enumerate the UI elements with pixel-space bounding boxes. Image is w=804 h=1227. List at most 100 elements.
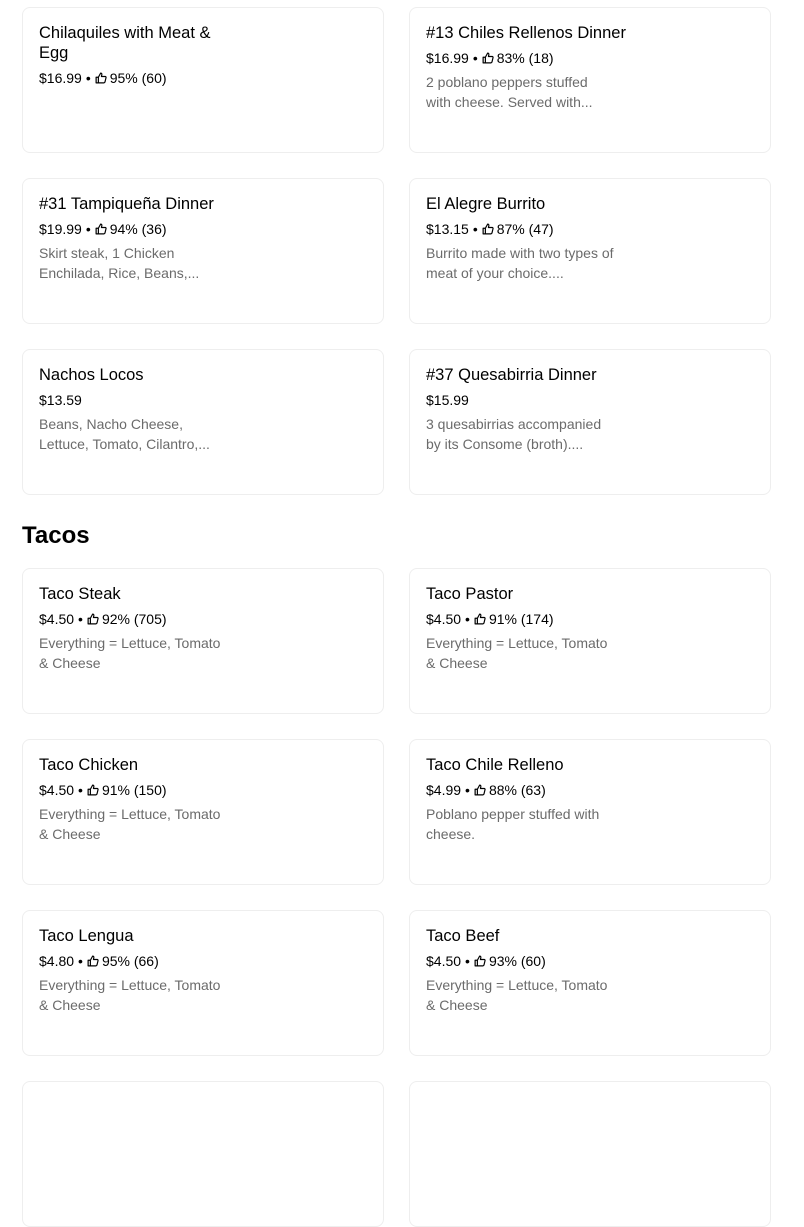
menu-item-rating: • 88% (63)	[461, 780, 546, 800]
thumbs-up-icon	[482, 223, 494, 235]
menu-item-rating-value: 91% (174)	[488, 611, 554, 627]
menu-item-card[interactable]: Taco Beef $4.50 • 93% (60) Everything = …	[409, 910, 771, 1056]
menu-item-rating-value: 88% (63)	[488, 782, 546, 798]
menu-item-rating-value: 83% (18)	[496, 50, 554, 66]
menu-item-description: 2 poblano peppers stuffed with cheese. S…	[426, 74, 593, 110]
menu-item-rating-value: 93% (60)	[488, 953, 546, 969]
menu-item-name: #31 Tampiqueña Dinner	[39, 195, 214, 213]
menu-item-meta: $4.99 • 88% (63)	[426, 780, 754, 800]
tacos-item-grid: Taco Steak $4.50 • 92% (705) Everything …	[22, 568, 771, 1227]
menu-item-name: Taco Chicken	[39, 756, 139, 774]
menu-item-name: Taco Steak	[39, 585, 121, 603]
menu-item-rating-value: 95% (66)	[101, 953, 159, 969]
menu-item-rating: • 83% (18)	[469, 48, 554, 68]
thumbs-up-icon	[482, 52, 494, 64]
menu-item-meta: $4.50 • 92% (705)	[39, 609, 367, 629]
menu-item-price: $4.50	[39, 782, 75, 798]
menu-item-name: Taco Beef	[426, 927, 500, 945]
menu-item-name: Taco Chile Relleno	[426, 756, 564, 774]
menu-item-meta: $13.15 • 87% (47)	[426, 219, 754, 239]
menu-item-grid: Chilaquiles with Meat & Egg $16.99 • 95%…	[22, 7, 771, 495]
menu-item-card[interactable]: Chilaquiles with Meat & Egg $16.99 • 95%…	[22, 7, 384, 153]
menu-item-card[interactable]: #37 Quesabirria Dinner $15.99 • 3 quesab…	[409, 349, 771, 495]
menu-item-price: $13.15	[426, 221, 469, 237]
menu-item-card[interactable]: Taco Chile Relleno $4.99 • 88% (63) Pobl…	[409, 739, 771, 885]
thumbs-up-icon	[474, 955, 486, 967]
menu-item-name: Taco Lengua	[39, 927, 134, 945]
separator-dot: •	[465, 611, 470, 627]
menu-item-name: El Alegre Burrito	[426, 195, 546, 213]
menu-item-rating: • 92% (705)	[74, 609, 167, 629]
menu-item-rating: • 91% (150)	[74, 780, 167, 800]
menu-item-rating: • 87% (47)	[469, 219, 554, 239]
menu-item-price: $16.99	[426, 50, 469, 66]
menu-item-meta: $4.50 • 93% (60)	[426, 951, 754, 971]
section-title-tacos: Tacos	[22, 522, 90, 549]
menu-item-description: Everything = Lettuce, Tomato & Cheese	[39, 635, 221, 671]
menu-item-rating-value: 87% (47)	[496, 221, 554, 237]
thumbs-up-icon	[95, 223, 107, 235]
menu-item-card[interactable]: Nachos Locos $13.59 • Beans, Nacho Chees…	[22, 349, 384, 495]
menu-page: Chilaquiles with Meat & Egg $16.99 • 95%…	[0, 0, 804, 1227]
menu-item-description: Skirt steak, 1 Chicken Enchilada, Rice, …	[39, 245, 200, 281]
menu-item-description: Poblano pepper stuffed with cheese.	[426, 806, 600, 842]
menu-item-name: Taco Pastor	[426, 585, 514, 603]
thumbs-up-icon	[95, 72, 107, 84]
menu-item-meta: $15.99 •	[426, 390, 754, 410]
menu-item-rating: • 95% (66)	[74, 951, 159, 971]
menu-item-meta: $4.80 • 95% (66)	[39, 951, 367, 971]
thumbs-up-icon	[87, 613, 99, 625]
separator-dot: •	[85, 70, 91, 86]
menu-item-card[interactable]: Taco Steak $4.50 • 92% (705) Everything …	[22, 568, 384, 714]
separator-dot: •	[78, 611, 83, 627]
menu-item-rating-value: 95% (60)	[109, 70, 167, 86]
menu-item-rating-value: 91% (150)	[101, 782, 167, 798]
menu-item-meta: $19.99 • 94% (36)	[39, 219, 367, 239]
menu-item-card[interactable]: El Alegre Burrito $13.15 • 87% (47) Burr…	[409, 178, 771, 324]
menu-item-description: Beans, Nacho Cheese, Lettuce, Tomato, Ci…	[39, 416, 210, 452]
menu-item-price: $4.80	[39, 953, 75, 969]
separator-dot: •	[78, 782, 83, 798]
menu-item-name: Nachos Locos	[39, 366, 144, 384]
menu-item-description: 3 quesabirrias accompanied by its Consom…	[426, 416, 602, 452]
thumbs-up-icon	[474, 784, 486, 796]
menu-item-name: Chilaquiles with Meat & Egg	[39, 24, 211, 62]
menu-item-card[interactable]: #13 Chiles Rellenos Dinner $16.99 • 83% …	[409, 7, 771, 153]
menu-item-price: $13.59	[39, 392, 82, 408]
menu-item-rating: • 93% (60)	[461, 951, 546, 971]
menu-item-rating: • 91% (174)	[461, 609, 554, 629]
menu-item-meta: $4.50 • 91% (150)	[39, 780, 367, 800]
menu-item-description: Everything = Lettuce, Tomato & Cheese	[426, 635, 608, 671]
menu-item-rating-value: 92% (705)	[101, 611, 167, 627]
menu-item-rating: • 94% (36)	[82, 219, 167, 239]
thumbs-up-icon	[87, 784, 99, 796]
separator-dot: •	[465, 782, 470, 798]
menu-item-rating: • 95% (60)	[82, 68, 167, 88]
menu-item-meta: $16.99 • 95% (60)	[39, 68, 367, 88]
menu-item-price: $4.99	[426, 782, 462, 798]
separator-dot: •	[472, 221, 478, 237]
separator-dot: •	[472, 50, 478, 66]
menu-item-card[interactable]: #31 Tampiqueña Dinner $19.99 • 94% (36) …	[22, 178, 384, 324]
menu-item-description: Everything = Lettuce, Tomato & Cheese	[39, 977, 221, 1013]
menu-item-rating-value: 94% (36)	[109, 221, 167, 237]
menu-item-price: $4.50	[426, 611, 462, 627]
menu-item-card[interactable]: Taco Pastor $4.50 • 91% (174) Everything…	[409, 568, 771, 714]
thumbs-up-icon	[87, 955, 99, 967]
menu-item-description: Everything = Lettuce, Tomato & Cheese	[39, 806, 221, 842]
separator-dot: •	[465, 953, 470, 969]
thumbs-up-icon	[474, 613, 486, 625]
menu-item-description: Everything = Lettuce, Tomato & Cheese	[426, 977, 608, 1013]
menu-item-name: #13 Chiles Rellenos Dinner	[426, 24, 626, 42]
menu-item-price: $4.50	[426, 953, 462, 969]
menu-item-card[interactable]: Taco Lengua $4.80 • 95% (66) Everything …	[22, 910, 384, 1056]
menu-item-price: $16.99	[39, 70, 82, 86]
separator-dot: •	[78, 953, 83, 969]
menu-item-price: $15.99	[426, 392, 469, 408]
separator-dot: •	[85, 221, 91, 237]
menu-item-card[interactable]: Taco Chicken $4.50 • 91% (150) Everythin…	[22, 739, 384, 885]
menu-item-price: $4.50	[39, 611, 75, 627]
menu-item-meta: $4.50 • 91% (174)	[426, 609, 754, 629]
menu-item-price: $19.99	[39, 221, 82, 237]
menu-item-name: #37 Quesabirria Dinner	[426, 366, 597, 384]
